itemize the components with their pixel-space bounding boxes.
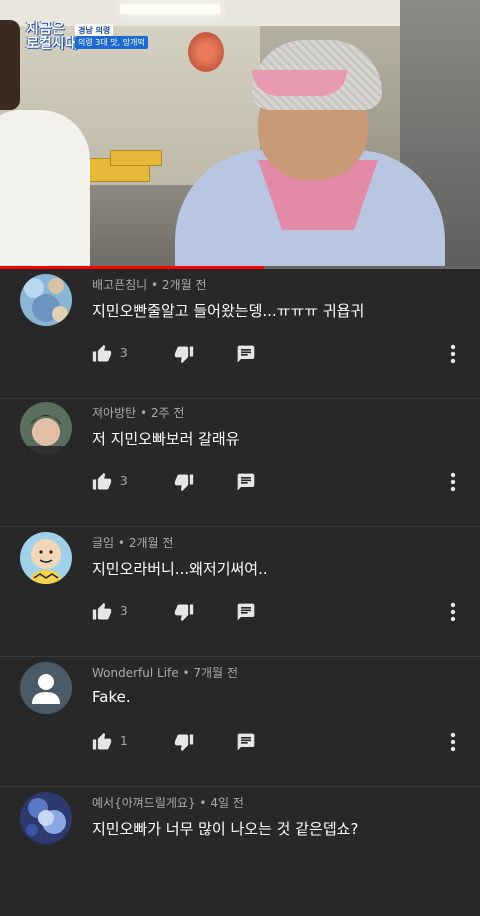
- comment-item: 져아방탄 • 2주 전 저 지민오빠보러 갈래유 3: [0, 398, 480, 527]
- reply-button[interactable]: [236, 342, 256, 366]
- more-options-button[interactable]: [450, 730, 460, 754]
- comment-time: 2개월 전: [128, 536, 174, 550]
- like-count: 1: [120, 734, 128, 748]
- comment-meta: 글임 • 2개월 전: [92, 536, 174, 550]
- dislike-button[interactable]: [174, 600, 194, 624]
- thumbs-down-icon: [174, 602, 194, 622]
- avatar[interactable]: [20, 662, 72, 714]
- more-options-button[interactable]: [450, 342, 460, 366]
- logo-line-1: 지금은: [26, 21, 65, 37]
- video-scene-light: [120, 4, 220, 14]
- comment-actions: 1: [92, 730, 472, 754]
- comment-author[interactable]: 글임: [92, 536, 114, 550]
- dislike-button[interactable]: [174, 342, 194, 366]
- comment-author[interactable]: 배고픈침니: [92, 278, 147, 292]
- more-vert-icon: [450, 602, 456, 622]
- more-vert-icon: [450, 472, 456, 492]
- like-count: 3: [120, 604, 128, 618]
- comment-text: 저 지민오빠보러 갈래유: [92, 430, 240, 448]
- comment-actions: 3: [92, 600, 472, 624]
- comment-item: 배고픈침니 • 2개월 전 지민오빤줄알고 들어왔는뎅...ㅠㅠㅠ 귀욥귀 3: [0, 270, 480, 399]
- comment-meta: 져아방탄 • 2주 전: [92, 406, 185, 420]
- video-subtitle-tag: 의령 3대 맛, 망개떡: [75, 36, 148, 49]
- comment-item: 글임 • 2개월 전 지민오라버니...왜저기써여.. 3: [0, 528, 480, 657]
- more-options-button[interactable]: [450, 600, 460, 624]
- thumbs-down-icon: [174, 732, 194, 752]
- comment-meta: Wonderful Life • 7개월 전: [92, 666, 238, 680]
- comment-time: 7개월 전: [193, 666, 238, 680]
- more-vert-icon: [450, 344, 456, 364]
- like-button[interactable]: 3: [92, 600, 128, 624]
- avatar[interactable]: [20, 532, 72, 584]
- comment-actions: 3: [92, 470, 472, 494]
- comment-author[interactable]: 져아방탄: [92, 406, 136, 420]
- dislike-button[interactable]: [174, 730, 194, 754]
- like-count: 3: [120, 346, 128, 360]
- video-program-logo: 지금은 로컬시대: [26, 22, 78, 52]
- video-person-visor: [252, 70, 347, 96]
- avatar[interactable]: [20, 792, 72, 844]
- video-player[interactable]: 지금은 로컬시대 경남 의령 의령 3대 맛, 망개떡: [0, 0, 480, 268]
- comment-time: 2주 전: [150, 406, 185, 420]
- comment-author[interactable]: Wonderful Life: [92, 666, 179, 680]
- comment-text: Fake.: [92, 688, 131, 706]
- comment-text: 지민오빤줄알고 들어왔는뎅...ㅠㅠㅠ 귀욥귀: [92, 302, 365, 320]
- dislike-button[interactable]: [174, 470, 194, 494]
- video-person-left: [0, 110, 90, 268]
- comment-author[interactable]: 예서{아껴드릴게요}: [92, 796, 196, 810]
- comment-reply-icon: [236, 602, 256, 622]
- thumbs-up-icon: [92, 344, 112, 364]
- like-count: 3: [120, 474, 128, 488]
- video-scene-fan: [188, 32, 224, 72]
- video-progress-fill: [0, 266, 264, 269]
- reply-button[interactable]: [236, 600, 256, 624]
- more-vert-icon: [450, 732, 456, 752]
- video-progress-bar[interactable]: [0, 266, 480, 269]
- comment-reply-icon: [236, 472, 256, 492]
- like-button[interactable]: 3: [92, 470, 128, 494]
- comment-time: 4일 전: [210, 796, 244, 810]
- comment-reply-icon: [236, 732, 256, 752]
- video-scene-crate: [110, 150, 162, 166]
- avatar[interactable]: [20, 274, 72, 326]
- thumbs-up-icon: [92, 732, 112, 752]
- comment-text: 지민오빠가 너무 많이 나오는 것 같은뎁쇼?: [92, 820, 359, 838]
- thumbs-up-icon: [92, 472, 112, 492]
- thumbs-down-icon: [174, 344, 194, 364]
- reply-button[interactable]: [236, 470, 256, 494]
- reply-button[interactable]: [236, 730, 256, 754]
- comment-text: 지민오라버니...왜저기써여..: [92, 560, 268, 578]
- avatar[interactable]: [20, 402, 72, 454]
- comment-item: 예서{아껴드릴게요} • 4일 전 지민오빠가 너무 많이 나오는 것 같은뎁쇼…: [0, 788, 480, 916]
- thumbs-up-icon: [92, 602, 112, 622]
- thumbs-down-icon: [174, 472, 194, 492]
- more-options-button[interactable]: [450, 470, 460, 494]
- comment-actions: 3: [92, 342, 472, 366]
- like-button[interactable]: 3: [92, 342, 128, 366]
- comment-meta: 예서{아껴드릴게요} • 4일 전: [92, 796, 244, 810]
- comment-reply-icon: [236, 344, 256, 364]
- comment-item: Wonderful Life • 7개월 전 Fake. 1: [0, 658, 480, 787]
- comment-meta: 배고픈침니 • 2개월 전: [92, 278, 207, 292]
- like-button[interactable]: 1: [92, 730, 128, 754]
- comment-time: 2개월 전: [161, 278, 207, 292]
- video-person-left-hair: [0, 20, 20, 110]
- logo-line-2: 로컬시대: [26, 36, 78, 52]
